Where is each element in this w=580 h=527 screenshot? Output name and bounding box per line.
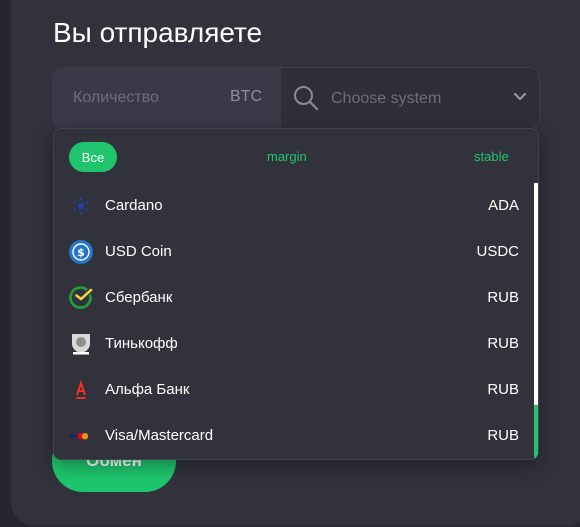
list-item-alfa-bank[interactable]: Альфа Банк RUB bbox=[54, 367, 536, 413]
visa-mastercard-icon bbox=[70, 433, 89, 440]
tinkoff-icon bbox=[72, 334, 90, 355]
item-name: Сбербанк bbox=[105, 289, 173, 306]
list-item-tinkoff[interactable]: Тинькофф RUB bbox=[54, 321, 536, 367]
item-name: Cardano bbox=[105, 197, 163, 214]
filter-all-button[interactable]: Все bbox=[69, 142, 117, 172]
item-name: Visa/Mastercard bbox=[105, 427, 214, 444]
cardano-icon bbox=[73, 197, 89, 215]
item-code: RUB bbox=[487, 427, 519, 444]
search-icon bbox=[294, 86, 319, 111]
item-code: RUB bbox=[487, 381, 519, 398]
system-list: Cardano ADA $ USD Coin USDC Сбербанк RUB bbox=[54, 183, 536, 459]
sberbank-icon bbox=[69, 286, 93, 309]
item-code: USDC bbox=[476, 243, 519, 260]
filter-margin-button[interactable]: margin bbox=[267, 149, 307, 164]
system-dropdown: Все margin stable Cardano ADA $ USD Coin… bbox=[53, 128, 539, 460]
system-placeholder: Choose system bbox=[331, 90, 442, 107]
currency-label: BTC bbox=[230, 88, 262, 105]
filter-row: Все margin stable bbox=[54, 129, 538, 185]
item-code: RUB bbox=[487, 335, 519, 352]
item-code: ADA bbox=[488, 197, 519, 214]
amount-input[interactable]: Количество BTC bbox=[52, 67, 281, 129]
filter-stable-button[interactable]: stable bbox=[474, 149, 509, 164]
scrollbar-thumb[interactable] bbox=[534, 405, 538, 459]
send-input-row: Количество BTC Choose system bbox=[52, 67, 540, 129]
amount-placeholder: Количество bbox=[73, 89, 159, 106]
alfa-bank-icon bbox=[76, 379, 86, 399]
system-select[interactable]: Choose system bbox=[281, 67, 540, 129]
item-name: Альфа Банк bbox=[105, 381, 190, 398]
list-item-sberbank[interactable]: Сбербанк RUB bbox=[54, 275, 536, 321]
chevron-down-icon[interactable] bbox=[513, 92, 527, 102]
item-name: USD Coin bbox=[105, 243, 172, 260]
list-item-visa-mastercard[interactable]: Visa/Mastercard RUB bbox=[54, 413, 536, 459]
list-item-usd-coin[interactable]: $ USD Coin USDC bbox=[54, 229, 536, 275]
item-code: RUB bbox=[487, 289, 519, 306]
page-title: Вы отправляете bbox=[53, 17, 263, 48]
item-name: Тинькофф bbox=[105, 335, 178, 352]
usd-coin-icon: $ bbox=[69, 240, 93, 264]
svg-text:$: $ bbox=[77, 246, 85, 259]
list-item-cardano[interactable]: Cardano ADA bbox=[54, 183, 536, 229]
